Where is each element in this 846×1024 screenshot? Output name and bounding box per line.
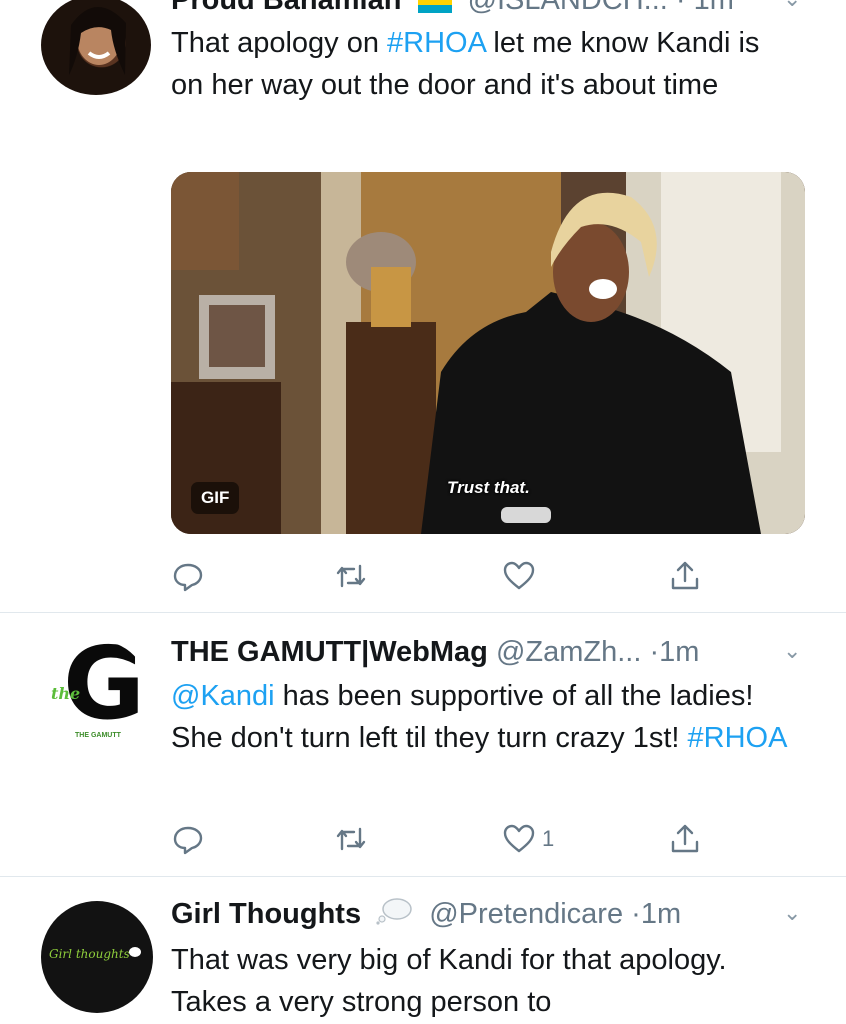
separator-dot: · bbox=[675, 0, 694, 16]
gif-caption: Trust that. bbox=[447, 478, 530, 497]
retweet-button[interactable] bbox=[334, 817, 374, 861]
user-handle[interactable]: @Pretendicare bbox=[429, 898, 623, 930]
avatar[interactable] bbox=[41, 0, 151, 95]
tweet-header: Girl Thoughts @Pretendicare ·1m bbox=[171, 894, 681, 934]
timestamp: 1m bbox=[640, 898, 682, 930]
timestamp: 1m bbox=[659, 636, 700, 668]
hashtag-link[interactable]: #RHOA bbox=[688, 722, 788, 754]
separator-dot: · bbox=[649, 636, 660, 668]
user-handle[interactable]: @ISLANDCH... bbox=[468, 0, 668, 16]
avatar[interactable]: G the THE GAMUTT bbox=[45, 640, 149, 744]
avatar-photo bbox=[69, 6, 126, 76]
tweet-text: That apology on #RHOA let me know Kandi … bbox=[171, 22, 791, 106]
share-icon bbox=[671, 824, 699, 853]
avatar[interactable]: Girl thoughts bbox=[41, 901, 153, 1013]
reply-icon bbox=[173, 563, 203, 592]
tweet-actions: 1 bbox=[0, 817, 846, 861]
tweet-text: @Kandi has been supportive of all the la… bbox=[171, 675, 791, 759]
reply-icon bbox=[173, 826, 203, 855]
chevron-down-icon[interactable]: ⌄ bbox=[783, 900, 801, 926]
like-button[interactable]: 1 bbox=[502, 817, 554, 861]
mention-link[interactable]: @Kandi bbox=[171, 680, 275, 712]
flag-icon bbox=[417, 0, 452, 14]
chevron-down-icon[interactable]: ⌄ bbox=[783, 638, 801, 664]
tweet-2[interactable]: G the THE GAMUTT THE GAMUTT|WebMag @ZamZ… bbox=[0, 613, 846, 876]
retweet-button[interactable] bbox=[334, 554, 374, 598]
retweet-icon bbox=[336, 827, 366, 851]
avatar-caption: THE GAMUTT bbox=[75, 732, 121, 739]
chevron-down-icon[interactable]: ⌄ bbox=[783, 0, 801, 12]
heart-icon bbox=[503, 824, 535, 853]
retweet-icon bbox=[336, 564, 366, 588]
tweet-header: Proud Bahamian @ISLANDCH... · 1m bbox=[171, 0, 734, 20]
like-count: 1 bbox=[542, 826, 555, 851]
gif-media[interactable]: GIF Trust that. bbox=[171, 172, 805, 534]
heart-icon bbox=[503, 561, 535, 590]
tweet-header: THE GAMUTT|WebMag @ZamZh... ·1m bbox=[171, 632, 699, 672]
timestamp: 1m bbox=[693, 0, 734, 16]
avatar-text: Girl thoughts bbox=[49, 947, 130, 961]
tweet-text: That was very big of Kandi for that apol… bbox=[171, 944, 727, 1018]
avatar-script: the bbox=[51, 684, 81, 703]
tweet-1[interactable]: Proud Bahamian @ISLANDCH... · 1m ⌄ That … bbox=[0, 0, 846, 612]
tweet-3[interactable]: Girl thoughts Girl Thoughts @Pretendicar… bbox=[0, 877, 846, 1024]
thought-bubble-icon bbox=[375, 895, 415, 936]
text-segment: That apology on bbox=[171, 27, 388, 59]
separator-dot: · bbox=[631, 898, 641, 930]
display-name[interactable]: THE GAMUTT|WebMag bbox=[171, 636, 488, 668]
reply-button[interactable] bbox=[171, 817, 211, 861]
thought-bubble-icon bbox=[129, 947, 141, 957]
share-icon bbox=[671, 561, 699, 590]
display-name[interactable]: Proud Bahamian bbox=[171, 0, 401, 16]
share-button[interactable] bbox=[668, 554, 708, 598]
user-handle[interactable]: @ZamZh... bbox=[496, 636, 641, 668]
like-button[interactable] bbox=[502, 554, 542, 598]
gif-badge: GIF bbox=[191, 482, 240, 514]
reply-button[interactable] bbox=[171, 554, 211, 598]
share-button[interactable] bbox=[668, 817, 708, 861]
hashtag-link[interactable]: #RHOA bbox=[387, 27, 485, 59]
display-name[interactable]: Girl Thoughts bbox=[171, 898, 361, 930]
tweet-actions bbox=[0, 554, 846, 598]
